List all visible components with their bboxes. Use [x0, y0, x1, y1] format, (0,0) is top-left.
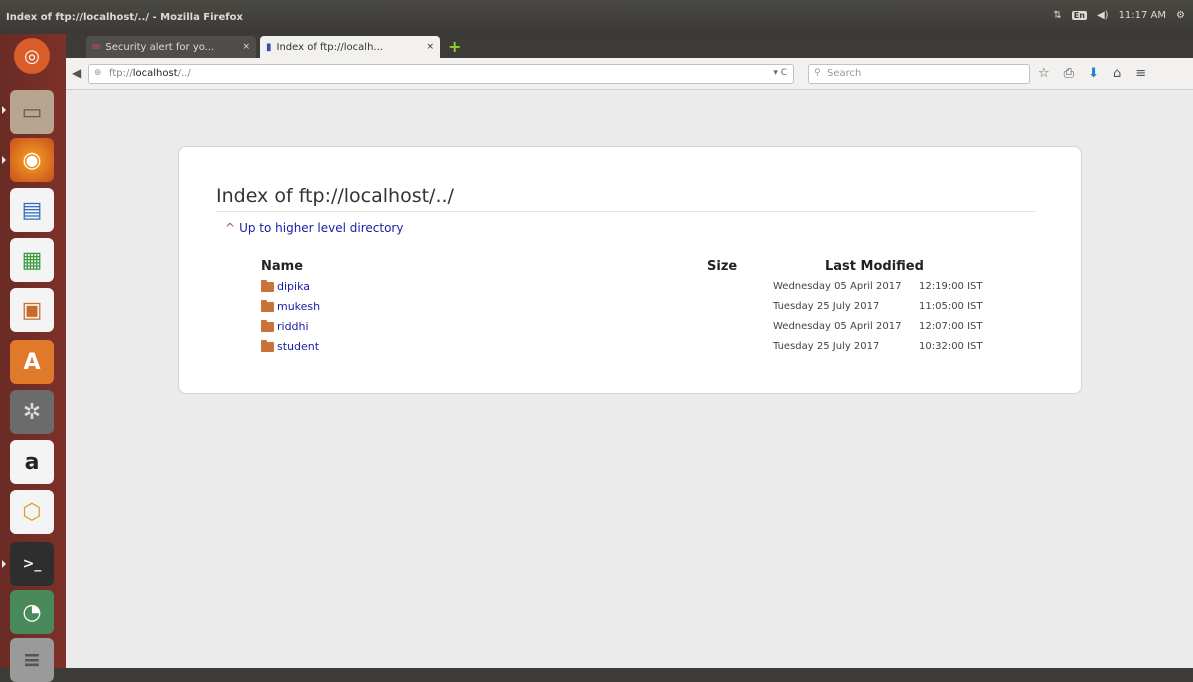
calc-icon[interactable]: ▦ — [10, 238, 54, 282]
terminal-icon[interactable]: >_ — [10, 542, 54, 586]
network-icon[interactable]: ⇅ — [1053, 10, 1061, 21]
column-header-name[interactable]: Name — [261, 259, 303, 274]
table-row: student Tuesday 25 July 2017 10:32:00 IS… — [179, 337, 1083, 357]
tab-label: Security alert for yo... — [105, 41, 215, 53]
search-input[interactable]: ⚲ Search — [808, 64, 1030, 84]
files-icon[interactable]: ▭ — [10, 90, 54, 134]
page-content: Index of ftp://localhost/../ ^ Up to high… — [66, 90, 1193, 668]
modified-date: Wednesday 05 April 2017 — [773, 321, 902, 332]
toolbar-icons: ☆ ⎙ ⬇ ⌂ ≡ — [1038, 66, 1146, 81]
folder-icon — [261, 279, 274, 292]
folder-icon — [261, 299, 274, 312]
column-header-size[interactable]: Size — [707, 259, 737, 274]
firefox-icon[interactable]: ◉ — [10, 138, 54, 182]
running-indicator — [2, 560, 6, 568]
modified-date: Tuesday 25 July 2017 — [773, 301, 880, 312]
ubuntu-icon[interactable]: ◎ — [14, 38, 50, 74]
up-directory-link[interactable]: ^ Up to higher level directory — [225, 221, 403, 235]
clipboard-icon[interactable]: ⎙ — [1064, 66, 1074, 81]
menu-icon[interactable]: ≡ — [1135, 66, 1146, 81]
column-header-modified[interactable]: Last Modified — [825, 259, 924, 274]
page-title: Index of ftp://localhost/../ — [216, 185, 1036, 212]
keyboard-layout-indicator[interactable]: En — [1071, 11, 1087, 20]
modified-date: Tuesday 25 July 2017 — [773, 341, 880, 352]
file-name: dipika — [277, 280, 310, 293]
modified-time: 10:32:00 IST — [919, 341, 983, 352]
tab-ftp-index[interactable]: ▮ Index of ftp://localh... × — [260, 36, 440, 58]
impress-icon[interactable]: ▣ — [10, 288, 54, 332]
folder-icon — [261, 339, 274, 352]
close-icon[interactable]: × — [242, 42, 250, 52]
file-link[interactable]: riddhi — [261, 319, 309, 333]
table-row: riddhi Wednesday 05 April 2017 12:07:00 … — [179, 317, 1083, 337]
search-placeholder: Search — [827, 68, 862, 79]
updater-icon[interactable]: ◔ — [10, 590, 54, 634]
window-title: Index of ftp://localhost/../ - Mozilla F… — [6, 12, 243, 23]
download-icon[interactable]: ⬇ — [1088, 66, 1099, 81]
reload-button[interactable]: ▾ C — [773, 68, 787, 78]
url-prefix: ftp:// — [109, 68, 133, 79]
tab-bar: ✉ Security alert for yo... × ▮ Index of … — [66, 34, 1193, 58]
top-panel: Index of ftp://localhost/../ - Mozilla F… — [0, 0, 1193, 34]
new-tab-button[interactable]: + — [448, 37, 461, 56]
gear-icon[interactable]: ⚙ — [1176, 10, 1185, 21]
back-button[interactable]: ◀ — [72, 66, 81, 80]
modified-date: Wednesday 05 April 2017 — [773, 281, 902, 292]
running-indicator — [2, 156, 6, 164]
settings-icon[interactable]: ✲ — [10, 390, 54, 434]
globe-icon: ⊕ — [94, 68, 102, 78]
url-path: /../ — [177, 68, 191, 79]
software-center-icon[interactable]: A — [10, 340, 54, 384]
file-name: riddhi — [277, 320, 309, 333]
file-name: mukesh — [277, 300, 321, 313]
close-icon[interactable]: × — [426, 42, 434, 52]
table-row: dipika Wednesday 05 April 2017 12:19:00 … — [179, 277, 1083, 297]
speaker-icon[interactable]: ◀) — [1097, 10, 1109, 21]
writer-icon[interactable]: ▤ — [10, 188, 54, 232]
clock[interactable]: 11:17 AM — [1119, 10, 1166, 21]
folder-icon: ▮ — [266, 41, 272, 53]
file-name: student — [277, 340, 320, 353]
table-row: mukesh Tuesday 25 July 2017 11:05:00 IST — [179, 297, 1083, 317]
amazon-icon[interactable]: a — [10, 440, 54, 484]
folder-icon — [261, 319, 274, 332]
indicators: ⇅ En ◀) 11:17 AM ⚙ — [1053, 10, 1185, 21]
url-bar[interactable]: ⊕ ftp://localhost/../ ▾ C — [88, 64, 794, 84]
modified-time: 12:07:00 IST — [919, 321, 983, 332]
bookmark-star-icon[interactable]: ☆ — [1038, 66, 1050, 81]
directory-listing-card: Index of ftp://localhost/../ ^ Up to high… — [178, 146, 1082, 394]
file-link[interactable]: dipika — [261, 279, 310, 293]
mail-icon: ✉ — [92, 41, 101, 53]
nav-bar: ◀ ⊕ ftp://localhost/../ ▾ C ⚲ Search ☆ ⎙… — [66, 58, 1193, 90]
file-link[interactable]: mukesh — [261, 299, 321, 313]
modified-time: 12:19:00 IST — [919, 281, 983, 292]
search-icon: ⚲ — [814, 68, 821, 78]
up-link-label: Up to higher level directory — [239, 221, 404, 235]
url-host: localhost — [132, 68, 178, 79]
tab-label: Index of ftp://localh... — [276, 41, 383, 53]
home-icon[interactable]: ⌂ — [1113, 66, 1121, 81]
running-indicator — [2, 106, 6, 114]
modified-time: 11:05:00 IST — [919, 301, 983, 312]
trash-icon[interactable]: ≡ — [10, 638, 54, 682]
unity-icon[interactable]: ⬡ — [10, 490, 54, 534]
launcher: ◎ ▭ ◉ ▤ ▦ ▣ A ✲ a ⬡ >_ ◔ ≡ — [0, 34, 66, 682]
file-link[interactable]: student — [261, 339, 320, 353]
tab-security-alert[interactable]: ✉ Security alert for yo... × — [86, 36, 256, 58]
up-arrow-icon: ^ — [225, 221, 236, 235]
